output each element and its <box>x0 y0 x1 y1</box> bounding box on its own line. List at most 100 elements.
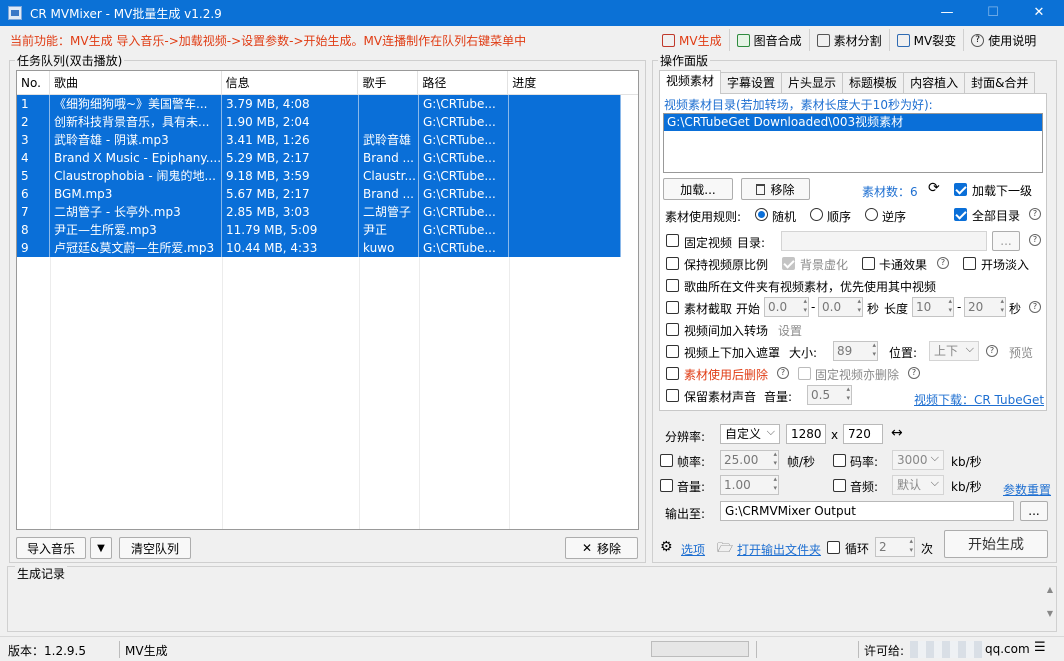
nav-fission[interactable]: MV裂变 <box>888 29 964 51</box>
options-link[interactable]: 选项 <box>681 541 705 558</box>
col-progress[interactable]: 进度 <box>508 71 638 95</box>
material-remove-button[interactable]: 移除 <box>741 178 810 200</box>
audio-checkbox[interactable] <box>833 479 846 492</box>
height-input[interactable]: 720 <box>843 424 883 444</box>
bitrate-checkbox[interactable] <box>833 454 846 467</box>
clip-length-a-input[interactable]: 10 <box>912 297 954 317</box>
tab-opening[interactable]: 片头显示 <box>781 72 844 94</box>
material-volume-input[interactable]: 0.5 <box>807 385 852 405</box>
fixed-dir-input[interactable] <box>781 231 987 251</box>
mask-position-select[interactable]: 上下 <box>929 340 979 361</box>
cartoon-checkbox[interactable] <box>862 257 875 270</box>
tab-subtitle[interactable]: 字幕设置 <box>720 72 783 94</box>
table-row[interactable]: 7 二胡管子 - 长亭外.mp3 2.85 MB, 3:03 二胡管子 G:\CRTub… <box>17 203 621 221</box>
loop-checkbox[interactable] <box>827 541 840 554</box>
download-link[interactable]: 视频下载：CR TubeGet <box>914 391 1044 408</box>
help-icon[interactable]: ? <box>937 257 949 269</box>
nav-mv-generate[interactable]: MV生成 <box>655 29 729 51</box>
col-artist[interactable]: 歌手 <box>358 71 419 95</box>
all-dirs-checkbox[interactable] <box>954 208 967 221</box>
help-icon[interactable]: ? <box>986 345 998 357</box>
table-row[interactable]: 2 创新科技背景音乐，具有未... 1.90 MB, 2:04 G:\CRTube..… <box>17 113 621 131</box>
mask-size-input[interactable]: 89 <box>833 341 878 361</box>
bg-blur-checkbox[interactable] <box>782 257 795 270</box>
output-browse-button[interactable]: ... <box>1020 501 1048 521</box>
width-input[interactable]: 1280 <box>786 424 826 444</box>
audio-select[interactable]: 默认 <box>892 474 944 495</box>
clear-queue-button[interactable]: 清空队列 <box>119 537 191 559</box>
bitrate-select[interactable]: 3000 <box>892 449 944 470</box>
nav-image-audio[interactable]: 图音合成 <box>728 29 809 51</box>
clip-checkbox[interactable] <box>666 301 679 314</box>
queue-remove-button[interactable]: ✕ 移除 <box>565 537 638 559</box>
tab-video-material[interactable]: 视频素材 <box>659 70 722 94</box>
table-row[interactable]: 1 《细狗细狗哦~》美国警车... 3.79 MB, 4:08 G:\CRTube..… <box>17 95 621 113</box>
help-icon[interactable]: ? <box>1029 208 1041 220</box>
minimize-button[interactable]: — <box>924 0 970 26</box>
list-item[interactable]: G:\CRTubeGet Downloaded\003视频素材 <box>664 114 1042 131</box>
table-row[interactable]: 4 Brand X Music - Epiphany.... 5.29 MB, 2:… <box>17 149 621 167</box>
load-next-level-checkbox[interactable] <box>954 183 967 196</box>
scroll-up-icon[interactable]: ▲ <box>1047 585 1053 594</box>
rule-reverse-radio[interactable] <box>865 208 878 221</box>
output-volume-checkbox[interactable] <box>660 479 673 492</box>
maximize-button[interactable]: ☐ <box>970 0 1016 26</box>
output-volume-input[interactable]: 1.00 <box>720 475 779 495</box>
keep-ratio-checkbox[interactable] <box>666 257 679 270</box>
col-no[interactable]: No. <box>17 71 50 95</box>
reset-params-link[interactable]: 参数重置 <box>1003 481 1051 498</box>
tab-content-insert[interactable]: 内容植入 <box>903 72 966 94</box>
table-row[interactable]: 6 BGM.mp3 5.67 MB, 2:17 Brand ... G:\CRTube.… <box>17 185 621 203</box>
help-icon[interactable]: ? <box>908 367 920 379</box>
tab-title-template[interactable]: 标题模板 <box>842 72 905 94</box>
transition-settings-link[interactable]: 设置 <box>778 322 802 339</box>
scroll-down-icon[interactable]: ▼ <box>1047 609 1053 618</box>
table-row[interactable]: 3 武聆音雄 - 阴谋.mp3 3.41 MB, 1:26 武聆音雄 G:\CRTube… <box>17 131 621 149</box>
table-row[interactable]: 9 卢冠廷&莫文蔚—生所爱.mp3 10.44 MB, 4:33 kuwo G:\CRT… <box>17 239 621 257</box>
resolution-select[interactable]: 自定义 <box>720 423 780 444</box>
col-info[interactable]: 信息 <box>222 71 359 95</box>
tab-cover-merge[interactable]: 封面&合并 <box>964 72 1036 94</box>
prefer-song-dir-checkbox[interactable] <box>666 279 679 292</box>
fixed-delete-checkbox[interactable] <box>798 367 811 380</box>
import-dropdown-button[interactable]: ▼ <box>90 537 112 559</box>
import-music-button[interactable]: 导入音乐 <box>16 537 86 559</box>
col-path[interactable]: 路径 <box>418 71 509 95</box>
open-output-folder-link[interactable]: 打开输出文件夹 <box>737 541 821 558</box>
material-dir-list[interactable]: G:\CRTubeGet Downloaded\003视频素材 <box>663 113 1043 173</box>
table-row[interactable]: 5 Claustrophobia - 闹鬼的地... 9.18 MB, 3:59 Cl… <box>17 167 621 185</box>
queue-table[interactable]: No. 歌曲 信息 歌手 路径 进度 1 《细狗细狗哦~》美国警车... 3.79 … <box>16 70 639 530</box>
help-icon[interactable]: ? <box>1029 301 1041 313</box>
swap-icon[interactable]: ↔ <box>891 425 903 441</box>
transition-checkbox[interactable] <box>666 323 679 336</box>
clip-start-b-input[interactable]: 0.0 <box>818 297 863 317</box>
load-button[interactable]: 加载... <box>663 178 733 200</box>
output-path-input[interactable]: G:\CRMVMixer Output <box>720 501 1014 521</box>
close-button[interactable]: ✕ <box>1016 0 1062 26</box>
rule-random-radio[interactable] <box>755 208 768 221</box>
rule-sequential-radio[interactable] <box>810 208 823 221</box>
nav-split[interactable]: 素材分割 <box>808 29 889 51</box>
fade-in-checkbox[interactable] <box>963 257 976 270</box>
help-icon[interactable]: ? <box>777 367 789 379</box>
keep-audio-checkbox[interactable] <box>666 389 679 402</box>
generation-log[interactable]: ▲ ▼ <box>7 566 1057 632</box>
mask-checkbox[interactable] <box>666 345 679 358</box>
start-generate-button[interactable]: 开始生成 <box>944 530 1048 558</box>
fps-checkbox[interactable] <box>660 454 673 467</box>
gear-icon[interactable]: ⚙ <box>660 539 673 555</box>
delete-after-checkbox[interactable] <box>666 367 679 380</box>
refresh-icon[interactable]: ⟳ <box>928 180 940 196</box>
loop-count-input[interactable]: 2 <box>875 537 915 557</box>
menu-icon[interactable]: ☰ <box>1034 640 1046 655</box>
clip-length-b-input[interactable]: 20 <box>964 297 1006 317</box>
table-row[interactable]: 8 尹正—生所爱.mp3 11.79 MB, 5:09 尹正 G:\CRTube... <box>17 221 621 239</box>
col-song[interactable]: 歌曲 <box>50 71 222 95</box>
fixed-dir-browse-button[interactable]: ... <box>992 231 1020 251</box>
nav-help[interactable]: ? 使用说明 <box>963 29 1043 51</box>
fixed-video-checkbox[interactable] <box>666 234 679 247</box>
fps-input[interactable]: 25.00 <box>720 450 779 470</box>
help-icon[interactable]: ? <box>1029 234 1041 246</box>
clip-start-a-input[interactable]: 0.0 <box>764 297 809 317</box>
mask-preview-link[interactable]: 预览 <box>1009 344 1033 361</box>
